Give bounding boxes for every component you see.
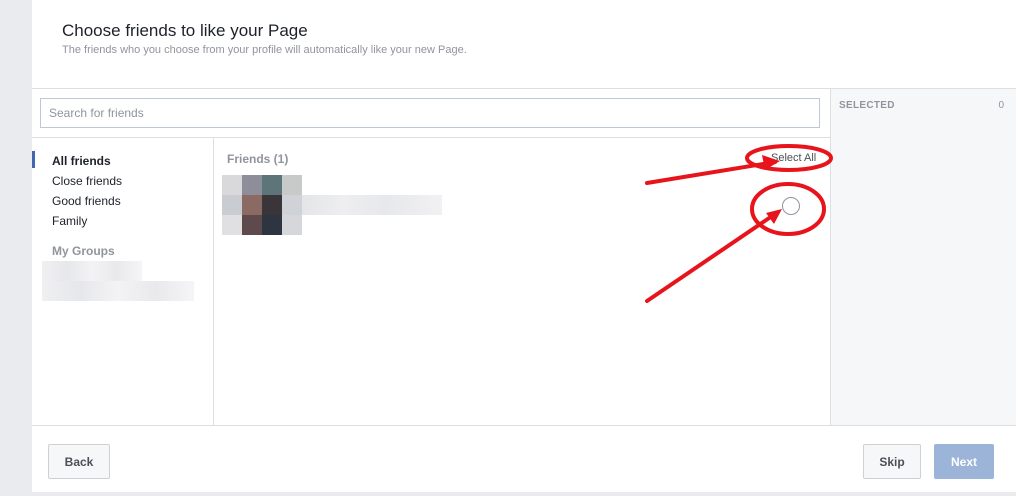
dialog-footer: Back Skip Next: [32, 425, 1016, 492]
friends-panel: Friends (1) Select All: [214, 138, 830, 425]
nav-item-good-friends[interactable]: Good friends: [52, 194, 121, 208]
select-all-link[interactable]: Select All: [771, 152, 816, 164]
skip-button[interactable]: Skip: [863, 444, 921, 479]
dialog-header: Choose friends to like your Page The fri…: [32, 0, 1016, 89]
nav-item-all-friends[interactable]: All friends: [52, 154, 111, 168]
dialog-subtitle: The friends who you choose from your pro…: [62, 44, 467, 56]
active-indicator: [32, 151, 35, 168]
friend-name-blurred: [302, 195, 442, 215]
friends-heading: Friends (1): [227, 152, 289, 166]
selected-label: SELECTED: [839, 100, 895, 111]
group-item-blurred[interactable]: [42, 281, 194, 301]
search-row: [32, 89, 830, 138]
my-groups-heading: My Groups: [52, 244, 115, 258]
dialog-title: Choose friends to like your Page: [62, 21, 308, 40]
next-button[interactable]: Next: [934, 444, 994, 479]
back-button[interactable]: Back: [48, 444, 110, 479]
nav-item-family[interactable]: Family: [52, 214, 87, 228]
group-item-blurred[interactable]: [42, 261, 142, 281]
friend-list-nav: All friends Close friends Good friends F…: [32, 138, 214, 425]
search-friends-input[interactable]: [40, 98, 820, 128]
invite-friends-dialog: Choose friends to like your Page The fri…: [32, 0, 1016, 492]
friend-select-radio[interactable]: [782, 197, 800, 215]
friend-avatar-blurred: [222, 175, 302, 235]
selected-count: 0: [998, 100, 1004, 111]
selected-panel: SELECTED 0: [830, 89, 1016, 425]
nav-item-close-friends[interactable]: Close friends: [52, 174, 122, 188]
